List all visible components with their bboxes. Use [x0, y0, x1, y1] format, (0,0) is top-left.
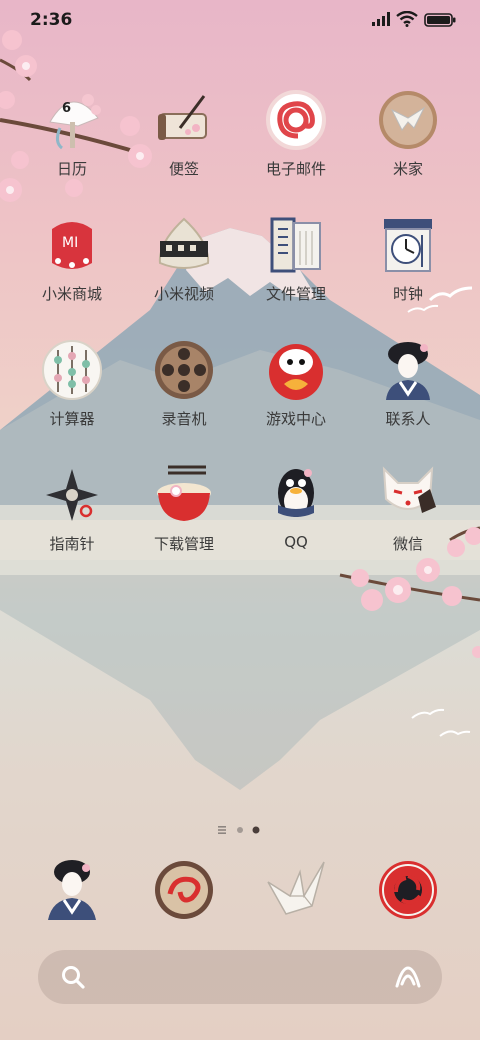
app-game-center[interactable]: 游戏中心 [236, 334, 356, 444]
mi-store-amulet-icon: MI [52, 222, 92, 269]
app-label: 电子邮件 [265, 160, 326, 178]
app-label: 计算器 [49, 410, 95, 428]
calendar-day: 6 [62, 101, 71, 116]
daruma-icon [269, 344, 323, 400]
notes-scroll-icon [158, 95, 207, 140]
film-reel-icon [155, 341, 213, 399]
paper-crane-icon[interactable] [264, 856, 328, 922]
app-compass[interactable]: 指南针 [12, 459, 132, 569]
app-label: 便签 [168, 160, 199, 178]
battery-icon [424, 13, 456, 27]
email-at-icon [266, 90, 326, 150]
app-label: 录音机 [161, 410, 207, 428]
app-label: 米家 [392, 160, 423, 178]
search-bar[interactable] [38, 950, 442, 1004]
app-label: 指南针 [49, 535, 95, 553]
app-wechat[interactable]: 微信 [348, 459, 468, 569]
file-scroll-icon [270, 217, 321, 273]
app-label: 时钟 [392, 285, 423, 303]
app-recorder[interactable]: 录音机 [124, 334, 244, 444]
app-qq[interactable]: QQ [236, 459, 356, 569]
status-time: 2:36 [30, 10, 73, 30]
app-calculator[interactable]: 计算器 [12, 334, 132, 444]
app-label: 微信 [392, 535, 423, 553]
page-indicator-menu-icon [218, 826, 226, 834]
app-label: QQ [284, 533, 308, 551]
app-label: 小米商城 [41, 285, 102, 303]
app-mi-store[interactable]: MI 小米商城 [12, 209, 132, 319]
app-label: 日历 [56, 160, 87, 178]
geisha-phone-icon[interactable] [40, 856, 104, 922]
app-label: 下载管理 [153, 535, 214, 553]
app-label: 联系人 [385, 410, 431, 428]
cellular-signal-icon [372, 12, 390, 26]
shuriken-compass-icon [46, 469, 98, 521]
app-notes[interactable]: 便签 [124, 84, 244, 194]
ramen-bowl-icon [157, 465, 211, 521]
video-onigiri-icon [158, 217, 210, 269]
app-mi-video[interactable]: 小米视频 [124, 209, 244, 319]
geisha-icon [386, 342, 430, 400]
page-dot-3-active [252, 826, 260, 834]
naruto-swirl-icon[interactable] [152, 856, 216, 922]
svg-text:MI: MI [62, 235, 78, 251]
app-calendar[interactable]: 6 日历 [12, 84, 132, 194]
fox-mask-icon [382, 466, 436, 513]
search-icon[interactable] [60, 964, 86, 990]
dock [0, 856, 480, 926]
app-email[interactable]: 电子邮件 [236, 84, 356, 194]
wifi-icon [396, 11, 418, 27]
tomoe-icon[interactable] [376, 856, 440, 922]
calendar-fan-icon: 6 [49, 94, 101, 150]
status-bar: 2:36 [0, 0, 480, 40]
qq-penguin-icon [278, 469, 314, 517]
page-indicator[interactable] [214, 824, 266, 836]
app-label: 游戏中心 [265, 410, 326, 428]
app-mijia[interactable]: 米家 [348, 84, 468, 194]
app-label: 文件管理 [265, 285, 326, 303]
app-downloads[interactable]: 下载管理 [124, 459, 244, 569]
assistant-icon[interactable] [394, 964, 422, 990]
app-contacts[interactable]: 联系人 [348, 334, 468, 444]
clock-scroll-icon [384, 219, 432, 272]
app-file-manager[interactable]: 文件管理 [236, 209, 356, 319]
app-clock[interactable]: 时钟 [348, 209, 468, 319]
page-dot-2 [237, 827, 243, 833]
mijia-origami-icon [379, 91, 437, 149]
app-label: 小米视频 [153, 285, 214, 303]
abacus-icon [42, 340, 102, 400]
